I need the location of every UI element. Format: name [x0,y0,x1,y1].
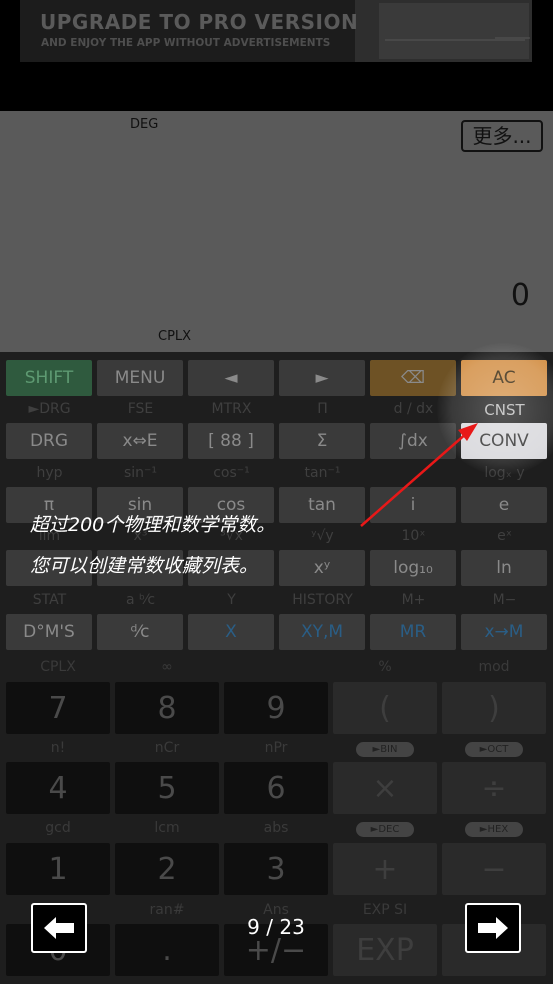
previous-button[interactable] [31,903,87,953]
tutorial-text-line2: 您可以创建常数收藏列表。 [30,555,259,577]
arrow-left-icon [44,917,74,939]
tutorial-arrow-icon [360,423,478,527]
next-button[interactable] [465,903,521,953]
arrow-right-icon [478,917,508,939]
page-indicator: 9 / 23 [247,915,305,939]
tutorial-text-line1: 超过200个物理和数学常数。 [30,514,276,536]
